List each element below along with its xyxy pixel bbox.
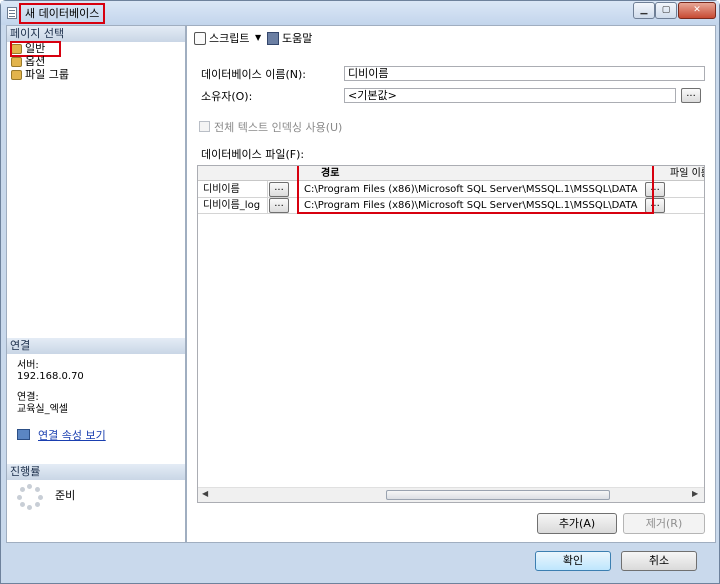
path-column-highlight — [297, 166, 654, 214]
database-files-label: 데이터베이스 파일(F): — [201, 148, 305, 161]
scrollbar-thumb[interactable] — [386, 490, 610, 500]
owner-label: 소유자(O): — [201, 90, 253, 103]
script-button[interactable]: 스크립트 — [209, 32, 249, 46]
database-name-input[interactable]: 디비이름 — [344, 66, 705, 81]
connection-header: 연결 — [7, 338, 185, 354]
connection-value: 교육실_엑셀 — [17, 404, 68, 415]
ok-button[interactable]: 확인 — [535, 551, 611, 571]
left-panel: 페이지 선택 일반 옵션 파일 그룹 연결 서버: 192.168.0.70 연… — [6, 25, 186, 543]
page-item-label: 파일 그룹 — [25, 68, 69, 81]
new-database-dialog: 새 데이터베이스 ▁ ▢ ✕ 페이지 선택 일반 옵션 파일 그룹 연결 서버:… — [0, 0, 720, 584]
script-icon — [194, 32, 206, 45]
minimize-button[interactable]: ▁ — [633, 2, 655, 19]
owner-input[interactable]: <기본값> — [344, 88, 676, 103]
chevron-down-icon[interactable]: ▼ — [255, 33, 261, 42]
cancel-button[interactable]: 취소 — [621, 551, 697, 571]
column-header-filename[interactable]: 파일 이름 — [667, 166, 704, 181]
fulltext-checkbox-label: 전체 텍스트 인덱싱 사용(U) — [214, 121, 343, 134]
page-item-filegroups[interactable]: 파일 그룹 — [9, 68, 69, 82]
scroll-left-icon[interactable]: ◀ — [202, 489, 208, 498]
right-panel: 스크립트 ▼ 도움말 데이터베이스 이름(N): 디비이름 소유자(O): <기… — [186, 25, 716, 543]
page-icon — [11, 57, 22, 67]
maximize-button[interactable]: ▢ — [655, 2, 677, 19]
add-button[interactable]: 추가(A) — [537, 513, 617, 534]
pages-header: 페이지 선택 — [7, 26, 185, 42]
page-item-options[interactable]: 옵션 — [9, 55, 45, 69]
view-connection-properties-link[interactable]: 연결 속성 보기 — [38, 427, 106, 443]
row-browse-button[interactable]: ... — [269, 182, 289, 197]
close-button[interactable]: ✕ — [678, 2, 716, 19]
database-name-label: 데이터베이스 이름(N): — [201, 68, 306, 81]
row-name[interactable]: 디비이름 — [200, 182, 266, 197]
title-bar: 새 데이터베이스 ▁ ▢ ✕ — [1, 1, 719, 25]
page-icon — [11, 70, 22, 80]
progress-header: 진행률 — [7, 464, 185, 480]
scroll-right-icon[interactable]: ▶ — [692, 489, 698, 498]
progress-spinner-icon — [17, 484, 43, 510]
document-icon — [7, 7, 17, 19]
help-button[interactable]: 도움말 — [282, 32, 312, 46]
database-files-grid: 경로 파일 이름 디비이름 ... C:\Program Files (x86)… — [197, 165, 705, 503]
row-browse-button[interactable]: ... — [269, 198, 289, 213]
toolbar: 스크립트 ▼ 도움말 — [187, 26, 715, 52]
row-name[interactable]: 디비이름_log — [200, 198, 266, 213]
connection-label: 연결: — [17, 392, 39, 403]
horizontal-scrollbar[interactable]: ◀ ▶ — [198, 487, 704, 502]
remove-button[interactable]: 제거(R) — [623, 513, 705, 534]
owner-browse-button[interactable]: ... — [681, 88, 701, 103]
window-title: 새 데이터베이스 — [19, 3, 106, 24]
properties-icon — [17, 429, 30, 440]
progress-status: 준비 — [55, 489, 76, 502]
help-icon — [267, 32, 279, 45]
fulltext-checkbox[interactable] — [199, 121, 210, 132]
page-item-label: 옵션 — [25, 55, 46, 68]
server-value: 192.168.0.70 — [17, 371, 84, 382]
